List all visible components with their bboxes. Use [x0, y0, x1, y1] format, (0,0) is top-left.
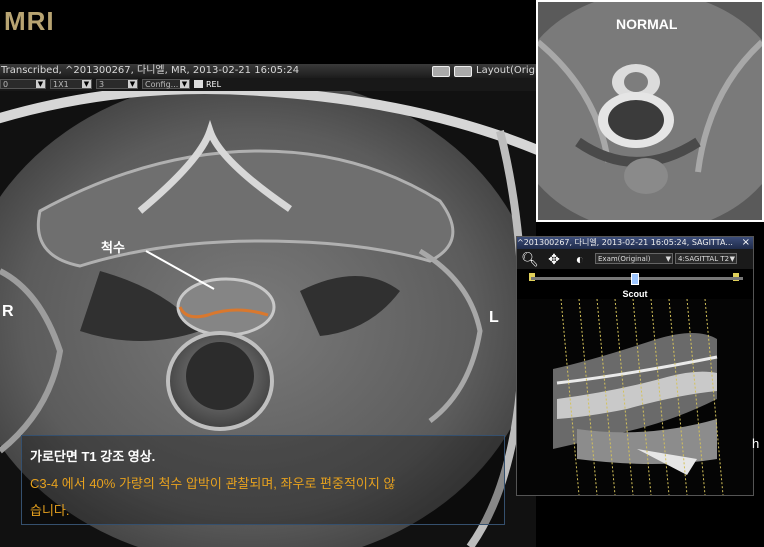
spinal-cord-label: 척수: [101, 240, 125, 255]
sagittal-toolbar: 🔍︎ ✥ ◐ Exam(Original) ▼ 4:SAGITTAL T2 ▼: [517, 249, 753, 269]
caption-box: 가로단면 T1 강조 영상. C3-4 에서 40% 가량의 척수 압박이 관찰…: [21, 435, 505, 525]
chevron-down-icon: ▼: [729, 255, 735, 263]
sagittal-scout-window: ^201300267, 다니엘, 2013-02-21 16:05:24, SA…: [516, 236, 754, 496]
close-icon[interactable]: ×: [742, 237, 750, 249]
exam-select-value: Exam(Original): [598, 255, 651, 263]
viewer-info-text: Transcribed, ^201300267, 다니엘, MR, 2013-0…: [1, 65, 300, 76]
slice-slider[interactable]: [531, 273, 743, 285]
config-select-value: Config...: [145, 80, 179, 89]
normal-reference-image: NORMAL: [536, 0, 764, 222]
window-select[interactable]: 0 ▼: [0, 79, 46, 89]
chevron-down-icon: ▼: [665, 255, 671, 263]
normal-mri-drawing: [538, 2, 762, 220]
caption-title: 가로단면 T1 강조 영상.: [30, 449, 156, 464]
slice-slider-thumb[interactable]: [631, 273, 639, 285]
sagittal-window-title: ^201300267, 다니엘, 2013-02-21 16:05:24, SA…: [517, 238, 733, 247]
right-side-label: R: [2, 303, 14, 320]
contrast-icon[interactable]: ◐: [571, 251, 589, 267]
caption-finding-line2: 습니다.: [30, 503, 70, 518]
viewer-info-bar: Transcribed, ^201300267, 다니엘, MR, 2013-0…: [0, 64, 536, 78]
sagittal-scout-image[interactable]: [517, 299, 753, 495]
caption-finding-line1: C3-4 에서 40% 가량의 척수 압박이 관찰되며, 좌우로 편중적이지 않: [30, 476, 396, 491]
chevron-down-icon: ▼: [180, 80, 189, 88]
series-select-value: 4:SAGITTAL T2: [678, 255, 730, 263]
rel-label: REL: [206, 80, 222, 89]
grid-select-value: 1X1: [53, 80, 69, 89]
exam-select[interactable]: Exam(Original) ▼: [595, 253, 673, 264]
edge-text-fragment: h: [752, 436, 760, 451]
chevron-down-icon: ▼: [36, 80, 45, 88]
chevron-down-icon: ▼: [128, 80, 137, 88]
zoom-icon[interactable]: 🔍︎: [521, 251, 539, 267]
layout-label[interactable]: Layout(Origin: [476, 64, 536, 78]
rel-checkbox[interactable]: [194, 80, 203, 88]
config-select[interactable]: Config... ▼: [142, 79, 190, 89]
sagittal-window-titlebar[interactable]: ^201300267, 다니엘, 2013-02-21 16:05:24, SA…: [517, 237, 753, 249]
grid-select[interactable]: 1X1 ▼: [50, 79, 92, 89]
left-side-label: L: [489, 309, 499, 326]
normal-label: NORMAL: [616, 16, 678, 32]
series-select[interactable]: 4:SAGITTAL T2 ▼: [675, 253, 737, 264]
window-icon[interactable]: [454, 66, 472, 77]
series-count-select[interactable]: 3 ▼: [96, 79, 138, 89]
window-select-value: 0: [3, 80, 9, 89]
layout-toggle-icon[interactable]: [432, 66, 450, 77]
series-count-value: 3: [99, 80, 105, 89]
slide: MRI Transcribed, ^201300267, 다니엘, MR, 20…: [0, 0, 764, 547]
viewer-toolbar: 0 ▼ 1X1 ▼ 3 ▼ Config... ▼ REL: [0, 78, 536, 91]
slide-title: MRI: [4, 6, 55, 36]
pan-icon[interactable]: ✥: [545, 251, 563, 267]
chevron-down-icon: ▼: [82, 80, 91, 88]
scout-label: Scout: [622, 289, 648, 299]
